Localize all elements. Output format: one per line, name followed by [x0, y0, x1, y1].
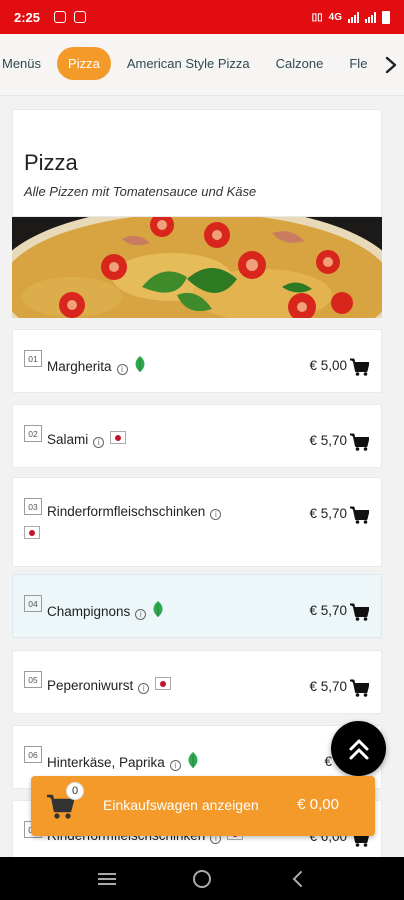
item-name: Salami [47, 432, 89, 447]
vegetarian-leaf-icon [187, 752, 199, 772]
vegetarian-leaf-icon [134, 356, 146, 376]
item-price: € 5,70 [309, 506, 347, 521]
chevron-right-icon[interactable] [378, 34, 404, 95]
item-name: Champignons [47, 604, 131, 619]
cart-total: € 0,00 [297, 796, 339, 813]
info-icon[interactable]: i [210, 509, 222, 520]
item-name: Margherita [47, 359, 112, 374]
vegetarian-leaf-icon [152, 601, 164, 621]
category-subtitle: Alle Pizzen mit Tomatensauce und Käse [24, 184, 257, 199]
status-bar: 2:25 ▯▯ 4G [0, 0, 404, 34]
item-price: € 5,00 [309, 358, 347, 373]
system-nav-bar [0, 857, 404, 900]
add-to-cart-icon[interactable] [349, 433, 369, 451]
pizza-hero-image [12, 217, 382, 318]
item-price: € 5,70 [309, 679, 347, 694]
category-title: Pizza [24, 150, 78, 175]
menu-item[interactable]: 01 Margherita i € 5,00 [12, 329, 382, 393]
category-header: Pizza Alle Pizzen mit Tomatensauce und K… [12, 109, 382, 217]
item-price: € 5,70 [309, 603, 347, 618]
show-cart-button[interactable]: 0 Einkaufswagen anzeigen € 0,00 [31, 776, 375, 836]
info-icon[interactable]: i [93, 437, 105, 448]
meat-icon [24, 526, 40, 539]
add-to-cart-icon[interactable] [349, 679, 369, 697]
info-icon[interactable]: i [138, 683, 150, 694]
status-time: 2:25 [14, 9, 41, 25]
notification-icon [74, 11, 87, 23]
back-icon[interactable] [282, 864, 312, 894]
item-number: 01 [24, 350, 42, 367]
info-icon[interactable]: i [169, 760, 181, 771]
info-icon[interactable]: i [116, 364, 128, 375]
tab-american-style-pizza[interactable]: American Style Pizza [117, 47, 260, 80]
add-to-cart-icon[interactable] [349, 603, 369, 621]
item-name: Rinderformfleischschinken [47, 504, 206, 519]
item-number: 02 [24, 425, 42, 442]
cart-count-badge: 0 [66, 782, 84, 800]
item-number: 05 [24, 671, 42, 688]
item-name: Hinterkäse, Paprika [47, 755, 165, 770]
network-type: 4G [328, 11, 342, 23]
cart-label: Einkaufswagen anzeigen [103, 797, 259, 813]
meat-icon [110, 431, 127, 444]
signal-icon [365, 11, 376, 23]
menu-item[interactable]: 03 Rinderformfleischschinken i € 5,70 [12, 477, 382, 567]
item-name: Peperoniwurst [47, 678, 134, 693]
vibrate-icon: ▯▯ [311, 11, 323, 23]
notification-icon [54, 11, 67, 23]
add-to-cart-icon[interactable] [349, 506, 369, 524]
tab-pizza[interactable]: Pizza [57, 47, 111, 80]
tab-calzone[interactable]: Calzone [266, 47, 334, 80]
menu-item[interactable]: 02 Salami i € 5,70 [12, 404, 382, 468]
add-to-cart-icon[interactable] [349, 358, 369, 376]
home-icon[interactable] [187, 864, 217, 894]
menu-item[interactable]: 04 Champignons i € 5,70 [12, 574, 382, 638]
signal-icon [348, 11, 359, 23]
meat-icon [155, 677, 172, 690]
scroll-top-button[interactable] [331, 721, 386, 776]
recent-apps-icon[interactable] [92, 864, 122, 894]
item-number: 06 [24, 746, 42, 763]
battery-icon [382, 10, 390, 24]
category-tabs: Menüs Pizza American Style Pizza Calzone Fle [0, 34, 404, 96]
item-price: € 5,70 [309, 433, 347, 448]
tab-menüs[interactable]: Menüs [0, 47, 51, 80]
menu-item[interactable]: 05 Peperoniwurst i € 5,70 [12, 650, 382, 714]
info-icon[interactable]: i [135, 609, 147, 620]
item-number: 03 [24, 498, 42, 515]
double-chevron-up-icon [349, 739, 368, 759]
tab-fle[interactable]: Fle [339, 47, 377, 80]
item-number: 04 [24, 595, 42, 612]
